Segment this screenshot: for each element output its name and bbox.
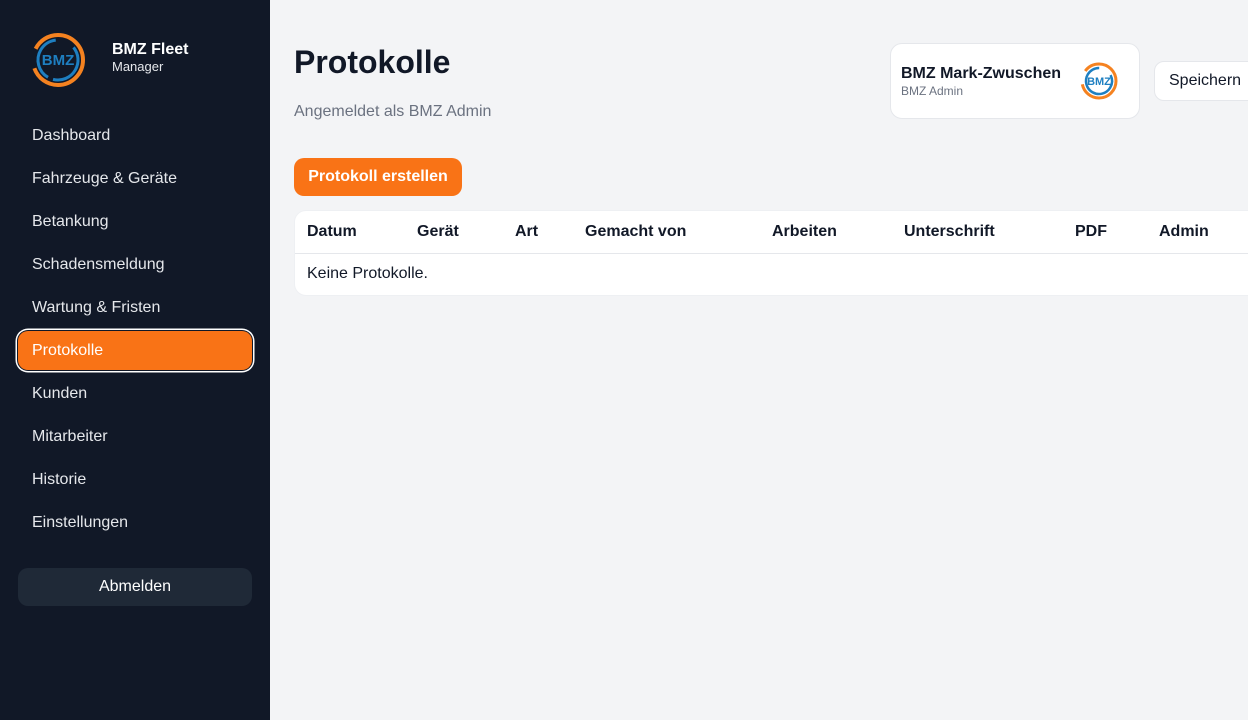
user-role: BMZ Admin bbox=[901, 84, 964, 98]
svg-text:BMZ: BMZ bbox=[1087, 76, 1111, 88]
bmz-logo: BMZ bbox=[31, 33, 85, 87]
sidebar-item-kunden[interactable]: Kunden bbox=[18, 374, 252, 413]
sidebar-item-schadensmeldung[interactable]: Schadensmeldung bbox=[18, 245, 252, 284]
save-button[interactable]: Speichern bbox=[1154, 61, 1248, 101]
sidebar-item-fahrzeuge-geraete[interactable]: Fahrzeuge & Geräte bbox=[18, 159, 252, 198]
sidebar-nav: Dashboard Fahrzeuge & Geräte Betankung S… bbox=[18, 116, 252, 546]
column-header-admin[interactable]: Admin bbox=[1159, 223, 1209, 241]
column-header-pdf[interactable]: PDF bbox=[1075, 223, 1107, 241]
sidebar-item-einstellungen[interactable]: Einstellungen bbox=[18, 503, 252, 542]
page-title: Protokolle bbox=[294, 44, 451, 80]
logged-in-as-text: Angemeldet als BMZ Admin bbox=[294, 103, 492, 120]
column-header-datum[interactable]: Datum bbox=[307, 223, 357, 241]
sidebar: BMZ BMZ Fleet Manager Dashboard Fahrzeug… bbox=[0, 0, 270, 720]
sidebar-item-mitarbeiter[interactable]: Mitarbeiter bbox=[18, 417, 252, 456]
empty-state-text: Keine Protokolle. bbox=[307, 265, 428, 282]
table-header-divider bbox=[295, 253, 1248, 254]
sidebar-item-betankung[interactable]: Betankung bbox=[18, 202, 252, 241]
column-header-art[interactable]: Art bbox=[515, 223, 538, 241]
column-header-unterschrift[interactable]: Unterschrift bbox=[904, 223, 995, 241]
logout-button[interactable]: Abmelden bbox=[18, 568, 252, 606]
brand-subtitle: Manager bbox=[112, 59, 164, 74]
brand: BMZ BMZ Fleet Manager bbox=[30, 32, 188, 88]
user-avatar-logo: BMZ bbox=[1080, 62, 1118, 100]
create-protocol-button[interactable]: Protokoll erstellen bbox=[294, 158, 462, 196]
sidebar-item-wartung-fristen[interactable]: Wartung & Fristen bbox=[18, 288, 252, 327]
sidebar-item-protokolle[interactable]: Protokolle bbox=[18, 331, 252, 370]
user-card[interactable]: BMZ Mark-Zwuschen BMZ Admin BMZ bbox=[890, 43, 1140, 119]
protocols-table: Datum Gerät Art Gemacht von Arbeiten Unt… bbox=[294, 210, 1248, 296]
sidebar-item-dashboard[interactable]: Dashboard bbox=[18, 116, 252, 155]
brand-name: BMZ Fleet bbox=[112, 41, 189, 58]
sidebar-item-historie[interactable]: Historie bbox=[18, 460, 252, 499]
column-header-gemacht-von[interactable]: Gemacht von bbox=[585, 223, 686, 241]
user-name: BMZ Mark-Zwuschen bbox=[901, 65, 1062, 82]
svg-text:BMZ: BMZ bbox=[42, 52, 75, 69]
column-header-arbeiten[interactable]: Arbeiten bbox=[772, 223, 837, 241]
column-header-geraet[interactable]: Gerät bbox=[417, 223, 459, 241]
